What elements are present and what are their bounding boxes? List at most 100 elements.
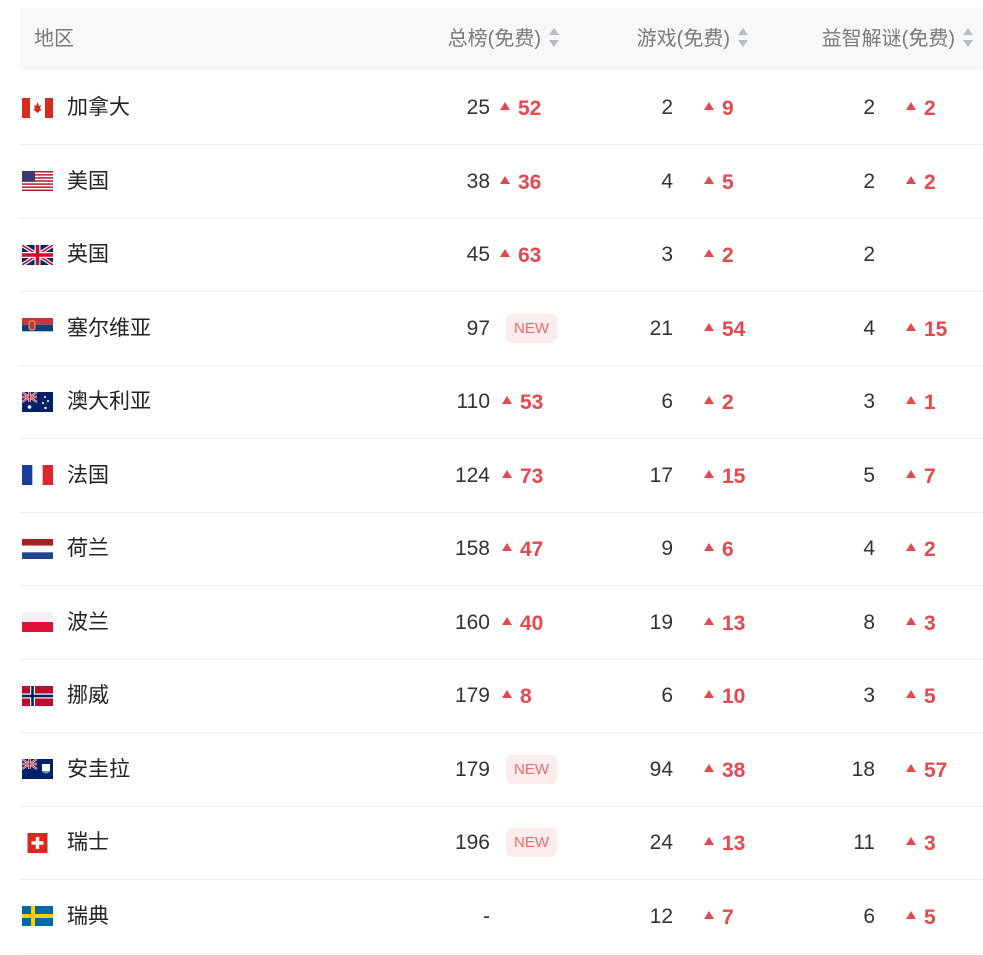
france-flag-icon	[22, 465, 53, 485]
puzzle-rank: 18	[851, 757, 875, 781]
up-arrow-icon	[704, 469, 714, 478]
table-row[interactable]: 法国 124 73 17 15 5 7	[20, 439, 983, 513]
table-row[interactable]: 荷兰 158 47 9 6 4 2	[20, 512, 983, 586]
games-rank: 6	[661, 684, 673, 707]
uk-flag-icon	[22, 244, 53, 265]
overall-rank-change: 47	[502, 512, 543, 587]
table-row[interactable]: 英国 45 63 3 2 2	[20, 218, 983, 292]
header-games[interactable]: 游戏(免费)	[637, 8, 748, 70]
up-arrow-icon	[704, 543, 714, 552]
change-value: 8	[520, 685, 532, 708]
overall-rank: 179	[454, 684, 490, 707]
overall-rank-change: 53	[502, 365, 543, 440]
overall-rank: 158	[454, 537, 490, 560]
games-rank: 12	[649, 904, 673, 928]
header-puzzle-label: 益智解谜(免费)	[821, 28, 955, 50]
up-arrow-icon	[502, 469, 512, 478]
region-name: 瑞典	[67, 904, 109, 928]
change-value: 13	[722, 611, 746, 635]
region-name: 挪威	[67, 684, 109, 707]
puzzle-rank: 5	[863, 463, 875, 487]
table-row[interactable]: 塞尔维亚 97 NEW 21 54 4 15	[20, 292, 983, 366]
change-value: 57	[924, 758, 948, 782]
games-rank-change: 2	[704, 365, 734, 440]
games-rank-change: 13	[704, 586, 745, 661]
new-badge: NEW	[506, 313, 557, 343]
overall-rank-change: 40	[502, 586, 543, 661]
up-arrow-icon	[500, 102, 510, 111]
puzzle-rank-change: 3	[906, 586, 936, 661]
change-value: 5	[722, 170, 734, 194]
table-row[interactable]: 瑞典 - 12 7 6 5	[20, 880, 983, 954]
canada-flag-icon	[22, 97, 53, 118]
change-value: 9	[722, 97, 734, 120]
change-value: 1	[924, 391, 936, 414]
overall-rank: 160	[454, 610, 490, 634]
games-rank: 9	[661, 537, 673, 560]
puzzle-rank-change: 7	[906, 439, 936, 514]
puzzle-rank: 2	[863, 243, 875, 266]
overall-rank: 97	[466, 316, 490, 340]
puzzle-rank: 2	[863, 96, 875, 119]
change-value: 7	[722, 905, 734, 929]
up-arrow-icon	[502, 543, 512, 552]
serbia-flag-icon	[22, 318, 53, 338]
up-arrow-icon	[502, 690, 512, 699]
puzzle-rank: 11	[853, 831, 875, 854]
table-row[interactable]: 瑞士 196 NEW 24 13 11 3	[20, 806, 983, 880]
up-arrow-icon	[704, 763, 714, 772]
table-row[interactable]: 波兰 160 40 19 13 8 3	[20, 586, 983, 660]
up-arrow-icon	[704, 102, 714, 111]
table-row[interactable]: 安圭拉 179 NEW 94 38 18 57	[20, 733, 983, 807]
sort-icon[interactable]	[738, 27, 748, 49]
overall-rank: 38	[466, 169, 490, 193]
change-value: 5	[924, 905, 936, 929]
overall-rank: 124	[454, 463, 490, 487]
table-row[interactable]: 加拿大 25 52 2 9 2 2	[20, 71, 983, 145]
region-name: 英国	[67, 243, 109, 266]
up-arrow-icon	[500, 175, 510, 184]
overall-rank-change: 63	[500, 218, 541, 293]
up-arrow-icon	[500, 249, 510, 258]
games-rank: 24	[649, 831, 673, 854]
overall-rank: 179	[454, 757, 490, 781]
anguilla-flag-icon	[22, 759, 53, 779]
games-rank-change: 2	[704, 218, 734, 293]
sort-icon[interactable]	[963, 27, 973, 49]
up-arrow-icon	[704, 175, 714, 184]
puzzle-rank: 6	[863, 904, 875, 928]
change-value: 36	[518, 170, 542, 194]
change-value: 47	[520, 538, 544, 561]
table-row[interactable]: 挪威 179 8 6 10 3 5	[20, 659, 983, 733]
games-rank: 4	[661, 169, 673, 193]
up-arrow-icon	[704, 616, 714, 625]
usa-flag-icon	[22, 171, 53, 191]
region-name: 塞尔维亚	[67, 316, 151, 340]
region-name: 荷兰	[67, 537, 109, 560]
change-value: 6	[722, 538, 734, 561]
sort-icon[interactable]	[549, 27, 559, 49]
games-rank: 19	[649, 610, 673, 634]
games-rank-change: 54	[704, 292, 745, 367]
region-name: 安圭拉	[67, 757, 130, 781]
region-name: 瑞士	[67, 831, 109, 854]
up-arrow-icon	[906, 543, 916, 552]
table-row[interactable]: 美国 38 36 4 5 2 2	[20, 145, 983, 219]
up-arrow-icon	[704, 396, 714, 405]
region-name: 加拿大	[67, 96, 130, 119]
puzzle-rank-change: 5	[906, 659, 936, 734]
new-badge: NEW	[506, 754, 557, 784]
up-arrow-icon	[906, 910, 916, 919]
region-name: 澳大利亚	[67, 390, 151, 413]
switzerland-flag-icon	[22, 832, 53, 853]
table-row[interactable]: 澳大利亚 110 53 6 2 3 1	[20, 365, 983, 439]
header-puzzle[interactable]: 益智解谜(免费)	[822, 8, 973, 70]
header-overall[interactable]: 总榜(免费)	[448, 8, 559, 70]
change-value: 5	[924, 685, 936, 708]
new-badge: NEW	[506, 828, 557, 857]
overall-rank-change: 52	[500, 71, 541, 146]
region-name: 波兰	[67, 610, 109, 634]
change-value: 54	[722, 317, 746, 341]
puzzle-rank: 4	[863, 537, 875, 560]
overall-rank: 25	[466, 96, 490, 119]
